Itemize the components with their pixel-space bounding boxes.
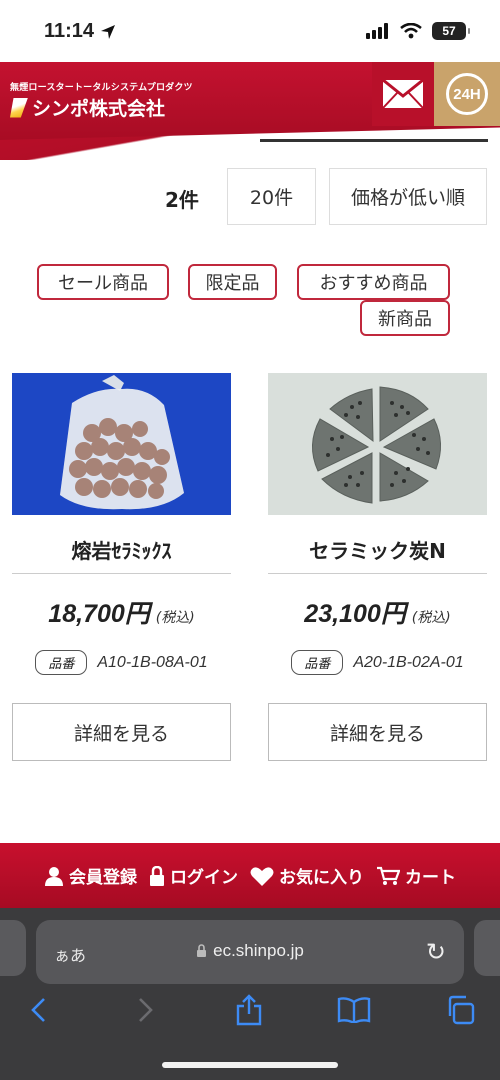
view-details-button[interactable]: 詳細を見る — [268, 703, 487, 761]
lock-icon — [197, 944, 207, 957]
status-bar: 11:14 57 — [0, 0, 500, 62]
product-image-ceramic-charcoal[interactable] — [268, 373, 487, 515]
favorites-label: お気に入り — [279, 868, 364, 888]
login-link[interactable]: ログイン — [149, 863, 238, 888]
next-tab[interactable] — [474, 920, 500, 976]
chevron-left-icon — [31, 998, 45, 1022]
tag-new[interactable]: 新商品 — [360, 300, 450, 336]
price-value: 18,700円 — [48, 600, 150, 628]
person-icon — [45, 866, 63, 886]
signal-icon — [366, 23, 388, 39]
product-divider — [268, 573, 487, 574]
tag-sale[interactable]: セール商品 — [37, 264, 169, 300]
back-button[interactable] — [18, 990, 58, 1030]
code-badge: 品番 — [291, 650, 344, 675]
tax-note: (税込) — [155, 610, 195, 626]
login-label: ログイン — [170, 868, 238, 888]
code-value: A10-1B-08A-01 — [97, 653, 208, 671]
status-time: 11:14 — [44, 20, 116, 43]
tag-recommended[interactable]: おすすめ商品 — [297, 264, 450, 300]
product-code: 品番 A10-1B-08A-01 — [12, 650, 231, 675]
per-page-select[interactable]: 20件 — [227, 168, 316, 225]
share-icon — [236, 994, 262, 1026]
tabs-button[interactable] — [440, 990, 480, 1030]
product-name[interactable]: 熔岩ｾﾗﾐｯｸｽ — [12, 535, 231, 573]
home-indicator[interactable] — [162, 1062, 338, 1068]
member-nav-bar: 会員登録 ログイン お気に入り カート — [0, 843, 500, 908]
chevron-right-icon — [139, 998, 153, 1022]
reload-icon[interactable]: ↻ — [426, 938, 446, 966]
logo-tagline: 無煙ロースタートータルシステムプロダクツ — [10, 83, 193, 93]
tag-limited[interactable]: 限定品 — [188, 264, 277, 300]
forward-button[interactable] — [126, 990, 166, 1030]
price-value: 23,100円 — [304, 600, 406, 628]
location-arrow-icon — [101, 24, 116, 39]
browser-toolbar — [0, 990, 500, 1040]
url-text: ec.shinpo.jp — [213, 941, 304, 960]
product-price: 23,100円 (税込) — [268, 594, 487, 630]
product-name[interactable]: セラミック炭N — [268, 535, 487, 573]
logo-mark-icon — [10, 97, 28, 118]
bookmarks-button[interactable] — [334, 990, 374, 1030]
sort-order-select[interactable]: 価格が低い順 — [329, 168, 487, 225]
cart-icon — [377, 866, 400, 885]
wifi-icon — [400, 23, 422, 39]
product-card: 熔岩ｾﾗﾐｯｸｽ 18,700円 (税込) 品番 A10-1B-08A-01 詳細… — [12, 373, 231, 761]
register-link[interactable]: 会員登録 — [44, 863, 137, 888]
tabs-icon — [448, 995, 475, 1025]
header-divider — [260, 139, 488, 142]
product-card: セラミック炭N 23,100円 (税込) 品番 A20-1B-02A-01 詳細を… — [268, 373, 487, 761]
time-label: 11:14 — [44, 20, 95, 42]
share-button[interactable] — [229, 990, 269, 1030]
view-details-button[interactable]: 詳細を見る — [12, 703, 231, 761]
code-value: A20-1B-02A-01 — [353, 653, 464, 671]
tax-note: (税込) — [411, 610, 451, 626]
url-display[interactable]: ec.shinpo.jp — [36, 941, 464, 961]
support-24h-icon: 24H — [446, 73, 488, 115]
result-count: 2件 — [165, 188, 199, 212]
mail-icon — [382, 79, 424, 109]
product-image-lava-ceramics[interactable] — [12, 373, 231, 515]
product-divider — [12, 573, 231, 574]
status-indicators: 57 — [366, 22, 470, 40]
site-logo[interactable]: シンポ株式会社 — [10, 94, 165, 121]
browser-chrome: ぁあ ec.shinpo.jp ↻ — [0, 908, 500, 1080]
product-code: 品番 A20-1B-02A-01 — [268, 650, 487, 675]
cart-link[interactable]: カート — [376, 863, 456, 888]
lock-icon — [150, 865, 164, 886]
support-24h-button[interactable]: 24H — [434, 62, 500, 126]
logo-name: シンポ株式会社 — [32, 98, 166, 120]
register-label: 会員登録 — [69, 868, 137, 888]
address-bar[interactable]: ぁあ ec.shinpo.jp ↻ — [36, 920, 464, 984]
heart-icon — [250, 866, 274, 886]
battery-icon: 57 — [432, 22, 470, 40]
book-icon — [337, 997, 371, 1023]
cart-label: カート — [405, 868, 456, 888]
product-price: 18,700円 (税込) — [12, 594, 231, 630]
previous-tab[interactable] — [0, 920, 26, 976]
favorites-link[interactable]: お気に入り — [250, 863, 364, 888]
contact-mail-button[interactable] — [372, 62, 434, 126]
code-badge: 品番 — [35, 650, 88, 675]
site-header: 無煙ロースタートータルシステムプロダクツ シンポ株式会社 24H — [0, 62, 500, 160]
